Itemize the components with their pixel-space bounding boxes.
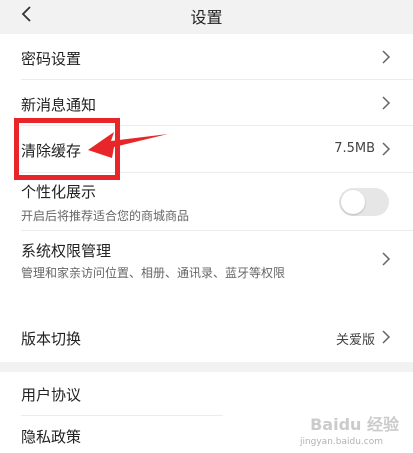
top-bar: 设置: [0, 0, 413, 32]
chevron-right-icon: [382, 252, 391, 266]
version-switch-row[interactable]: 版本切换 关爱版: [0, 312, 413, 362]
cache-size-value: 7.5MB: [334, 141, 375, 156]
notification-label: 新消息通知: [21, 96, 97, 114]
chevron-right-icon: [382, 50, 391, 64]
password-settings-label: 密码设置: [21, 50, 82, 68]
settings-group-main: 密码设置 新消息通知 清除缓存 7.5MB 个性化展示 开启后将推荐适合您的商城…: [0, 34, 413, 359]
watermark-logo: Baidu 经验: [310, 415, 399, 434]
version-switch-label: 版本切换: [21, 330, 82, 348]
personalized-display-row: 个性化展示 开启后将推荐适合您的商城商品: [0, 173, 413, 231]
chevron-right-icon: [382, 330, 391, 344]
personalized-display-label: 个性化展示: [21, 183, 97, 201]
version-value: 关爱版: [335, 333, 375, 348]
system-permissions-subtitle: 管理和家亲访问位置、相册、通讯录、蓝牙等权限: [21, 266, 286, 280]
personalized-display-subtitle: 开启后将推荐适合您的商城商品: [21, 209, 190, 223]
toggle-knob: [341, 190, 365, 214]
watermark: Baidu 经验 jingyan.baidu.com: [287, 413, 407, 449]
page-title: 设置: [190, 8, 223, 27]
settings-group-version: 版本切换 关爱版: [0, 312, 413, 362]
user-agreement-row[interactable]: 用户协议: [0, 372, 413, 416]
watermark-url: jingyan.baidu.com: [299, 437, 383, 447]
personalized-display-toggle[interactable]: [339, 188, 389, 216]
chevron-right-icon: [382, 96, 391, 110]
privacy-policy-label: 隐私政策: [21, 428, 82, 446]
chevron-right-icon: [382, 142, 391, 156]
annotation-arrow-icon: [88, 132, 168, 158]
user-agreement-label: 用户协议: [21, 386, 82, 404]
system-permissions-row[interactable]: 系统权限管理 管理和家亲访问位置、相册、通讯录、蓝牙等权限: [0, 231, 413, 287]
password-settings-row[interactable]: 密码设置: [0, 34, 413, 80]
system-permissions-label: 系统权限管理: [21, 242, 112, 260]
